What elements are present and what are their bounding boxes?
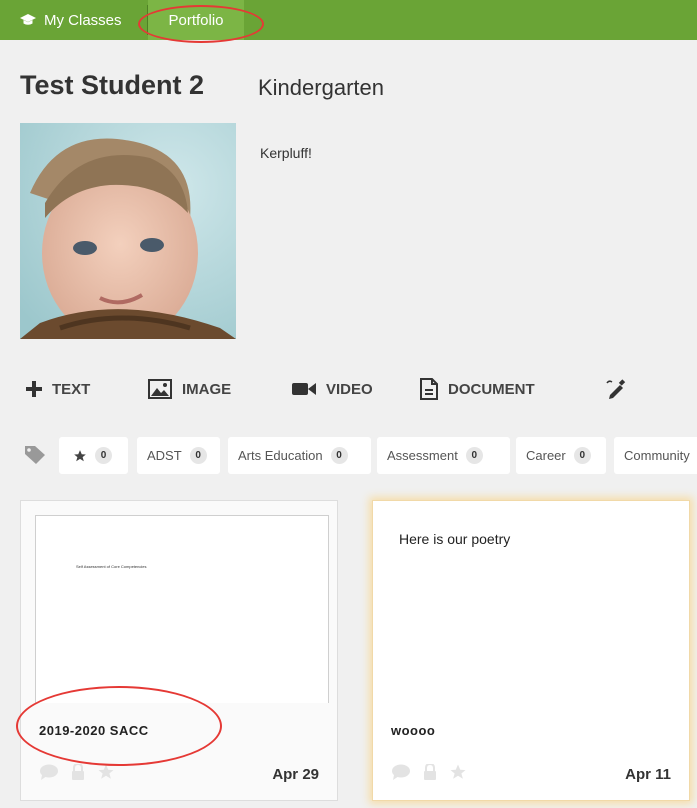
nav-my-classes[interactable]: My Classes: [20, 0, 122, 40]
star-icon: [74, 449, 86, 461]
video-camera-icon: [292, 383, 316, 395]
tag-count: 0: [573, 447, 591, 464]
nav-my-classes-label: My Classes: [44, 11, 122, 29]
document-preview: Self Assessment of Core Competencies: [35, 515, 329, 703]
tag-filter-career[interactable]: Career 0: [516, 437, 606, 474]
post-date: Apr 11: [625, 766, 671, 783]
document-preview-title: Self Assessment of Core Competencies: [76, 564, 147, 569]
add-text-label: TEXT: [52, 380, 91, 398]
add-text-button[interactable]: TEXT: [26, 376, 90, 402]
add-image-button[interactable]: IMAGE: [148, 376, 231, 402]
post-body-text: Here is our poetry: [399, 531, 511, 547]
star-icon[interactable]: [449, 763, 467, 781]
top-nav-bar: My Classes Portfolio: [0, 0, 697, 40]
post-card[interactable]: Here is our poetry woooo Apr 11: [372, 500, 690, 801]
lock-icon[interactable]: [71, 764, 85, 780]
student-grade: Kindergarten: [258, 75, 384, 100]
student-name: Test Student 2: [20, 70, 205, 100]
tag-count: 0: [95, 447, 112, 464]
tag-count: 0: [189, 447, 207, 464]
tag-filter-starred[interactable]: 0: [59, 437, 128, 474]
comment-icon[interactable]: [391, 764, 411, 780]
nav-portfolio[interactable]: Portfolio: [148, 0, 244, 40]
tag-filter-adst[interactable]: ADST 0: [137, 437, 220, 474]
tag-icon: [25, 446, 45, 464]
nav-portfolio-label: Portfolio: [168, 11, 224, 29]
tag-filter-arts-education[interactable]: Arts Education 0: [228, 437, 371, 474]
add-video-label: VIDEO: [326, 380, 373, 398]
tag-count: 0: [330, 447, 348, 464]
graduation-cap-icon: [20, 14, 36, 25]
student-avatar: [20, 123, 236, 339]
post-title: woooo: [391, 723, 436, 738]
comment-icon[interactable]: [39, 764, 59, 780]
pencil-draw-icon: [606, 379, 626, 399]
document-icon: [420, 378, 438, 400]
post-title: 2019-2020 SACC: [39, 723, 149, 738]
tag-filter-community[interactable]: Community: [614, 437, 697, 474]
add-image-label: IMAGE: [182, 380, 232, 398]
tag-label: Arts Education: [238, 448, 323, 463]
add-drawing-button[interactable]: [606, 376, 636, 402]
tag-label: Assessment: [387, 448, 458, 463]
add-document-label: DOCUMENT: [448, 380, 535, 398]
add-video-button[interactable]: VIDEO: [292, 376, 373, 402]
tag-count: 0: [465, 447, 483, 464]
post-actions: [39, 763, 127, 781]
star-icon[interactable]: [97, 763, 115, 781]
tag-label: ADST: [147, 448, 182, 463]
post-actions: [391, 763, 479, 781]
lock-icon[interactable]: [423, 764, 437, 780]
tag-label: Community: [624, 448, 690, 463]
post-date: Apr 29: [272, 766, 319, 783]
add-document-button[interactable]: DOCUMENT: [420, 376, 535, 402]
tag-filter-assessment[interactable]: Assessment 0: [377, 437, 510, 474]
plus-icon: [26, 381, 42, 397]
tag-label: Career: [526, 448, 566, 463]
image-icon: [148, 379, 172, 399]
post-card[interactable]: Self Assessment of Core Competencies 201…: [20, 500, 338, 801]
student-bio: Kerpluff!: [260, 145, 312, 161]
